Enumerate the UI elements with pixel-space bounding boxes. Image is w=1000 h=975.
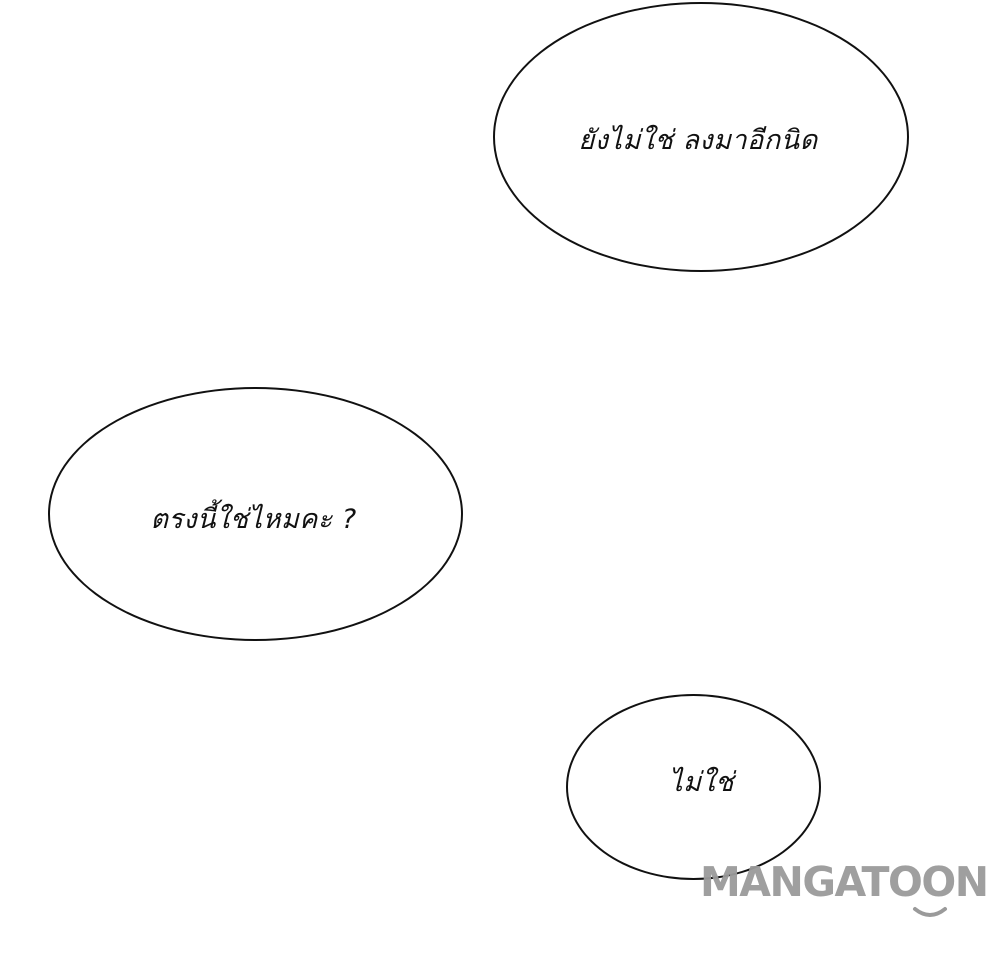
speech-bubble-3-text: ไม่ใช่	[669, 766, 734, 798]
watermark-text: MANGATOON	[700, 858, 989, 906]
speech-bubble-3: ไม่ใช่	[566, 694, 821, 880]
mangatoon-watermark: MANGATOON	[700, 862, 1000, 922]
speech-bubble-2-text: ตรงนี้ใช่ไหมคะ ?	[150, 503, 357, 535]
smile-icon	[913, 907, 947, 917]
speech-bubble-1-text: ยังไม่ใช่ ลงมาอีกนิด	[578, 124, 818, 156]
speech-bubble-1: ยังไม่ใช่ ลงมาอีกนิด	[493, 2, 909, 272]
speech-bubble-2: ตรงนี้ใช่ไหมคะ ?	[48, 387, 463, 641]
